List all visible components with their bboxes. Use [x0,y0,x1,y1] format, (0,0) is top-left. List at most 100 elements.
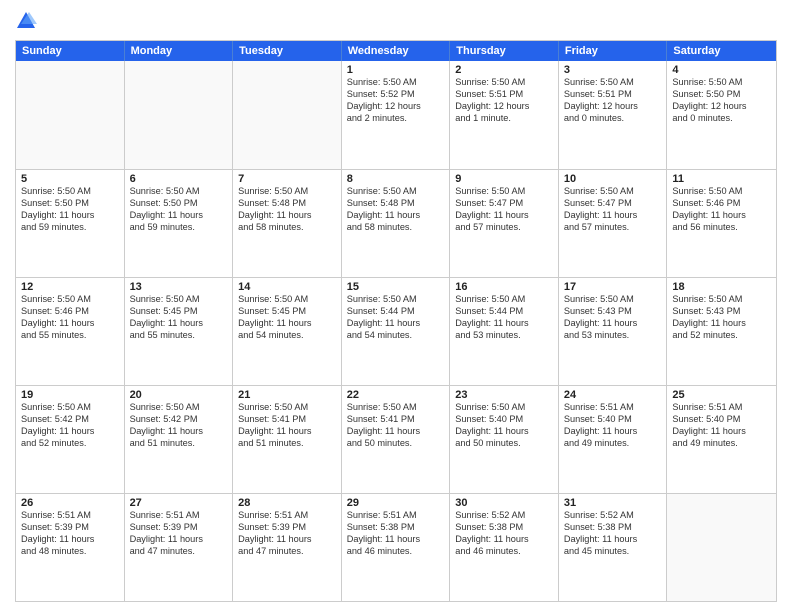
page: SundayMondayTuesdayWednesdayThursdayFrid… [0,0,792,612]
day-number: 15 [347,281,445,293]
day-number: 12 [21,281,119,293]
cell-info: Sunrise: 5:50 AMSunset: 5:51 PMDaylight:… [564,77,662,125]
day-cell-15: 15Sunrise: 5:50 AMSunset: 5:44 PMDayligh… [342,278,451,385]
day-cell-3: 3Sunrise: 5:50 AMSunset: 5:51 PMDaylight… [559,61,668,169]
day-number: 8 [347,173,445,185]
day-number: 11 [672,173,771,185]
header [15,10,777,32]
day-number: 27 [130,497,228,509]
cell-info: Sunrise: 5:50 AMSunset: 5:42 PMDaylight:… [130,402,228,450]
day-number: 28 [238,497,336,509]
day-cell-19: 19Sunrise: 5:50 AMSunset: 5:42 PMDayligh… [16,386,125,493]
day-cell-25: 25Sunrise: 5:51 AMSunset: 5:40 PMDayligh… [667,386,776,493]
day-cell-10: 10Sunrise: 5:50 AMSunset: 5:47 PMDayligh… [559,170,668,277]
empty-cell-0-0 [16,61,125,169]
day-cell-20: 20Sunrise: 5:50 AMSunset: 5:42 PMDayligh… [125,386,234,493]
day-cell-5: 5Sunrise: 5:50 AMSunset: 5:50 PMDaylight… [16,170,125,277]
day-cell-28: 28Sunrise: 5:51 AMSunset: 5:39 PMDayligh… [233,494,342,601]
day-cell-31: 31Sunrise: 5:52 AMSunset: 5:38 PMDayligh… [559,494,668,601]
day-cell-21: 21Sunrise: 5:50 AMSunset: 5:41 PMDayligh… [233,386,342,493]
day-number: 30 [455,497,553,509]
cell-info: Sunrise: 5:51 AMSunset: 5:39 PMDaylight:… [21,510,119,558]
cell-info: Sunrise: 5:50 AMSunset: 5:45 PMDaylight:… [238,294,336,342]
empty-cell-4-6 [667,494,776,601]
day-number: 5 [21,173,119,185]
weekday-header-monday: Monday [125,41,234,61]
logo-icon [15,10,37,32]
day-number: 9 [455,173,553,185]
day-number: 24 [564,389,662,401]
weekday-header-thursday: Thursday [450,41,559,61]
empty-cell-0-1 [125,61,234,169]
day-number: 23 [455,389,553,401]
day-cell-6: 6Sunrise: 5:50 AMSunset: 5:50 PMDaylight… [125,170,234,277]
cell-info: Sunrise: 5:52 AMSunset: 5:38 PMDaylight:… [564,510,662,558]
cell-info: Sunrise: 5:50 AMSunset: 5:44 PMDaylight:… [347,294,445,342]
day-number: 19 [21,389,119,401]
weekday-header-tuesday: Tuesday [233,41,342,61]
cell-info: Sunrise: 5:50 AMSunset: 5:45 PMDaylight:… [130,294,228,342]
cell-info: Sunrise: 5:50 AMSunset: 5:50 PMDaylight:… [130,186,228,234]
weekday-header-sunday: Sunday [16,41,125,61]
calendar-row-2: 12Sunrise: 5:50 AMSunset: 5:46 PMDayligh… [16,277,776,385]
day-cell-24: 24Sunrise: 5:51 AMSunset: 5:40 PMDayligh… [559,386,668,493]
day-cell-17: 17Sunrise: 5:50 AMSunset: 5:43 PMDayligh… [559,278,668,385]
calendar: SundayMondayTuesdayWednesdayThursdayFrid… [15,40,777,602]
empty-cell-0-2 [233,61,342,169]
day-number: 25 [672,389,771,401]
day-cell-22: 22Sunrise: 5:50 AMSunset: 5:41 PMDayligh… [342,386,451,493]
calendar-header: SundayMondayTuesdayWednesdayThursdayFrid… [16,41,776,61]
cell-info: Sunrise: 5:50 AMSunset: 5:42 PMDaylight:… [21,402,119,450]
day-number: 4 [672,64,771,76]
cell-info: Sunrise: 5:50 AMSunset: 5:40 PMDaylight:… [455,402,553,450]
cell-info: Sunrise: 5:51 AMSunset: 5:39 PMDaylight:… [238,510,336,558]
day-number: 14 [238,281,336,293]
day-number: 31 [564,497,662,509]
day-cell-8: 8Sunrise: 5:50 AMSunset: 5:48 PMDaylight… [342,170,451,277]
calendar-row-3: 19Sunrise: 5:50 AMSunset: 5:42 PMDayligh… [16,385,776,493]
cell-info: Sunrise: 5:50 AMSunset: 5:48 PMDaylight:… [238,186,336,234]
day-number: 20 [130,389,228,401]
day-cell-13: 13Sunrise: 5:50 AMSunset: 5:45 PMDayligh… [125,278,234,385]
day-number: 17 [564,281,662,293]
day-cell-29: 29Sunrise: 5:51 AMSunset: 5:38 PMDayligh… [342,494,451,601]
day-number: 29 [347,497,445,509]
day-cell-1: 1Sunrise: 5:50 AMSunset: 5:52 PMDaylight… [342,61,451,169]
day-number: 3 [564,64,662,76]
day-cell-2: 2Sunrise: 5:50 AMSunset: 5:51 PMDaylight… [450,61,559,169]
cell-info: Sunrise: 5:50 AMSunset: 5:48 PMDaylight:… [347,186,445,234]
cell-info: Sunrise: 5:50 AMSunset: 5:46 PMDaylight:… [672,186,771,234]
day-cell-30: 30Sunrise: 5:52 AMSunset: 5:38 PMDayligh… [450,494,559,601]
day-number: 10 [564,173,662,185]
cell-info: Sunrise: 5:52 AMSunset: 5:38 PMDaylight:… [455,510,553,558]
calendar-row-4: 26Sunrise: 5:51 AMSunset: 5:39 PMDayligh… [16,493,776,601]
calendar-row-0: 1Sunrise: 5:50 AMSunset: 5:52 PMDaylight… [16,61,776,169]
cell-info: Sunrise: 5:50 AMSunset: 5:43 PMDaylight:… [672,294,771,342]
cell-info: Sunrise: 5:50 AMSunset: 5:41 PMDaylight:… [347,402,445,450]
day-cell-14: 14Sunrise: 5:50 AMSunset: 5:45 PMDayligh… [233,278,342,385]
weekday-header-friday: Friday [559,41,668,61]
cell-info: Sunrise: 5:50 AMSunset: 5:44 PMDaylight:… [455,294,553,342]
day-number: 13 [130,281,228,293]
weekday-header-wednesday: Wednesday [342,41,451,61]
cell-info: Sunrise: 5:50 AMSunset: 5:51 PMDaylight:… [455,77,553,125]
cell-info: Sunrise: 5:50 AMSunset: 5:43 PMDaylight:… [564,294,662,342]
day-cell-27: 27Sunrise: 5:51 AMSunset: 5:39 PMDayligh… [125,494,234,601]
cell-info: Sunrise: 5:50 AMSunset: 5:41 PMDaylight:… [238,402,336,450]
day-cell-12: 12Sunrise: 5:50 AMSunset: 5:46 PMDayligh… [16,278,125,385]
day-cell-18: 18Sunrise: 5:50 AMSunset: 5:43 PMDayligh… [667,278,776,385]
cell-info: Sunrise: 5:51 AMSunset: 5:40 PMDaylight:… [672,402,771,450]
cell-info: Sunrise: 5:50 AMSunset: 5:46 PMDaylight:… [21,294,119,342]
day-number: 7 [238,173,336,185]
cell-info: Sunrise: 5:51 AMSunset: 5:38 PMDaylight:… [347,510,445,558]
day-number: 6 [130,173,228,185]
day-cell-11: 11Sunrise: 5:50 AMSunset: 5:46 PMDayligh… [667,170,776,277]
day-cell-23: 23Sunrise: 5:50 AMSunset: 5:40 PMDayligh… [450,386,559,493]
day-number: 22 [347,389,445,401]
day-cell-9: 9Sunrise: 5:50 AMSunset: 5:47 PMDaylight… [450,170,559,277]
day-number: 1 [347,64,445,76]
cell-info: Sunrise: 5:50 AMSunset: 5:52 PMDaylight:… [347,77,445,125]
day-number: 18 [672,281,771,293]
day-cell-7: 7Sunrise: 5:50 AMSunset: 5:48 PMDaylight… [233,170,342,277]
day-cell-4: 4Sunrise: 5:50 AMSunset: 5:50 PMDaylight… [667,61,776,169]
